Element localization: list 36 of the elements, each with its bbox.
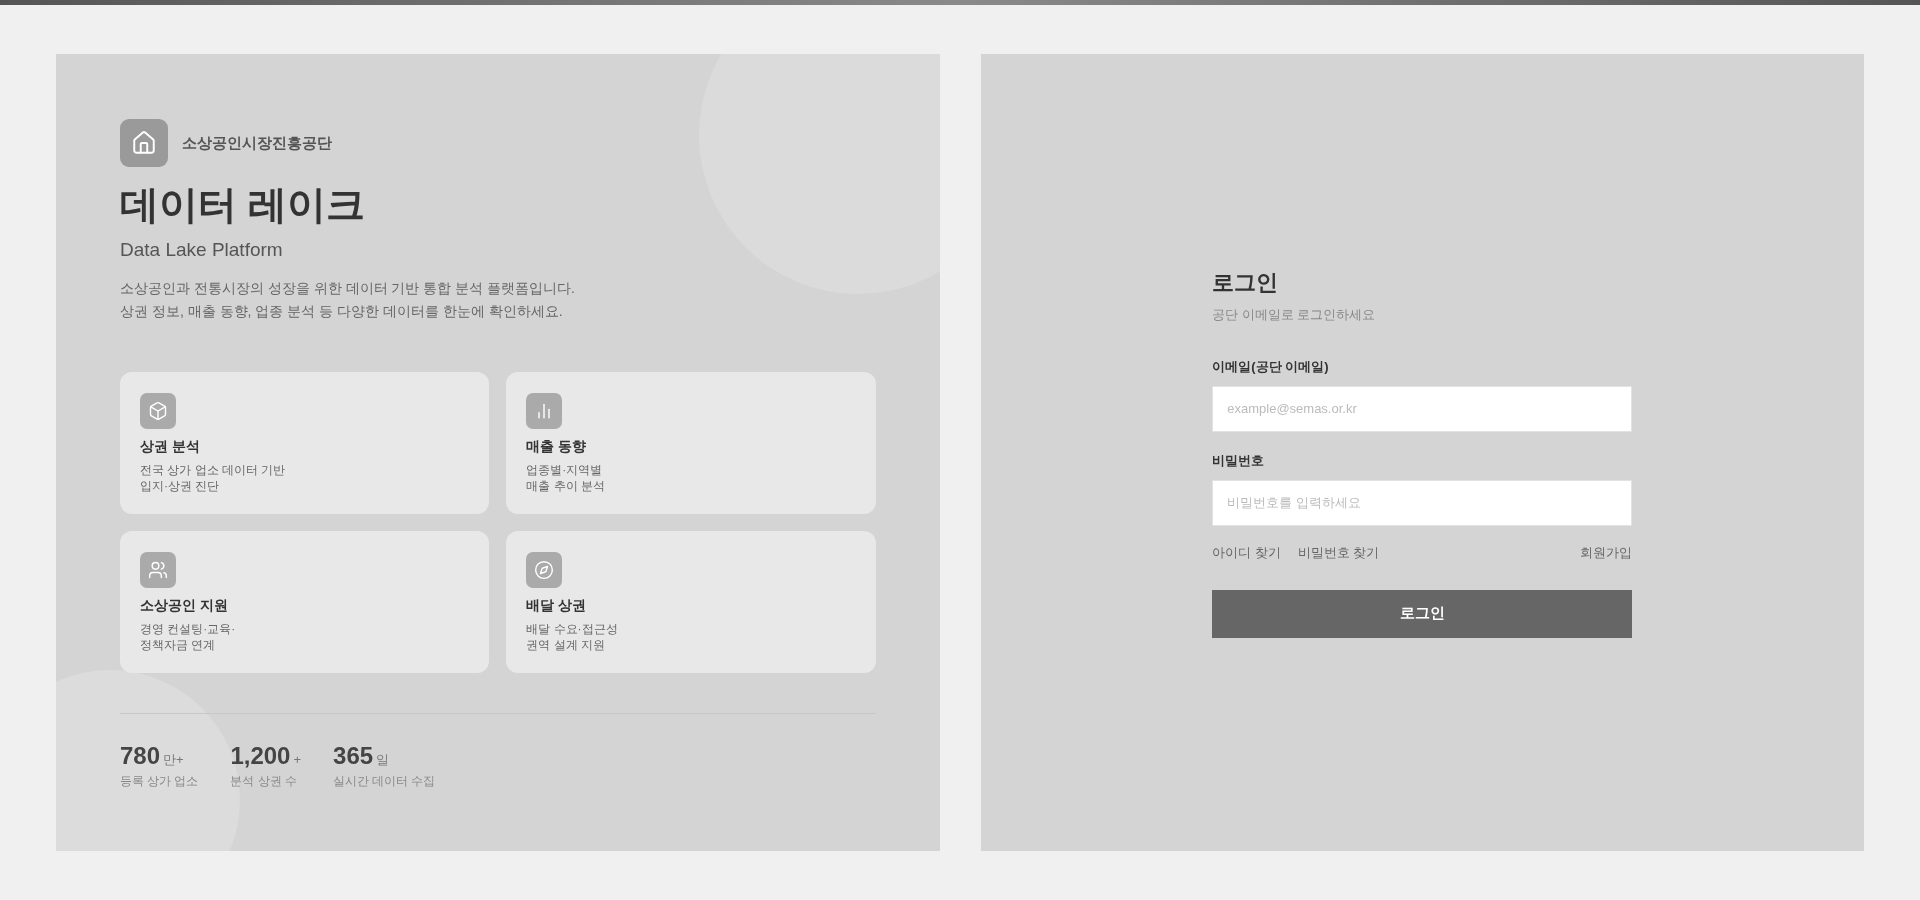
page-subtitle: Data Lake Platform [120, 238, 284, 262]
intro-description: 소상공인과 전통시장의 성장을 위한 데이터 기반 통합 분석 플랫폼입니다. 상권 정보, 매출 동향, 업종 분석 등 다양한 데이터를 한눈에 확인하세요. [120, 279, 576, 321]
stat-label: 등록 상가 업소 [120, 774, 199, 789]
card-title: 매출 동향 [526, 437, 588, 456]
card-title: 배달 상권 [526, 596, 588, 615]
page-title: 데이터 레이크 [120, 182, 366, 228]
card-description: 업종별·지역별 매출 추이 분석 [526, 462, 606, 494]
help-link[interactable]: 비밀번호 찾기 [1297, 543, 1380, 562]
card-title: 상권 분석 [140, 437, 201, 456]
users-icon [140, 552, 176, 588]
bar-chart-icon [526, 393, 563, 429]
field-label: 비밀번호 [1212, 451, 1266, 470]
stat-number: 780 [120, 741, 161, 771]
field-label: 이메일(공단 이메일) [1212, 357, 1330, 376]
password-field[interactable]: 비밀번호를 입력하세요 [1212, 479, 1633, 526]
stat-unit: 일 [376, 751, 390, 769]
signup-link[interactable]: 회원가입 [1580, 543, 1633, 562]
login-title: 로그인 [1212, 268, 1280, 297]
help-link[interactable]: 아이디 찾기 [1212, 543, 1281, 562]
card-title: 소상공인 지원 [140, 596, 229, 615]
login-subtitle: 공단 이메일로 로그인하세요 [1212, 305, 1377, 324]
card-description: 전국 상가 업소 데이터 기반 입지·상권 진단 [140, 462, 287, 494]
cube-icon [140, 393, 176, 429]
login-button[interactable]: 로그인 [1212, 589, 1633, 638]
stat-label: 실시간 데이터 수집 [333, 774, 436, 789]
card-description: 경영 컨설팅·교육· 정책자금 연계 [140, 621, 237, 653]
stat-unit: + [293, 752, 302, 767]
stat-number: 1,200 [230, 741, 291, 771]
organization-name: 소상공인시장진흥공단 [182, 133, 332, 153]
stat-label: 분석 상권 수 [230, 774, 298, 789]
house-icon [120, 119, 168, 167]
card-description: 배달 수요·접근성 권역 설계 지원 [526, 621, 619, 653]
compass-icon [526, 552, 563, 588]
stat-unit: 만+ [163, 751, 184, 769]
stat-number: 365 [333, 741, 374, 771]
email-field[interactable]: example@semas.or.kr [1212, 385, 1633, 432]
